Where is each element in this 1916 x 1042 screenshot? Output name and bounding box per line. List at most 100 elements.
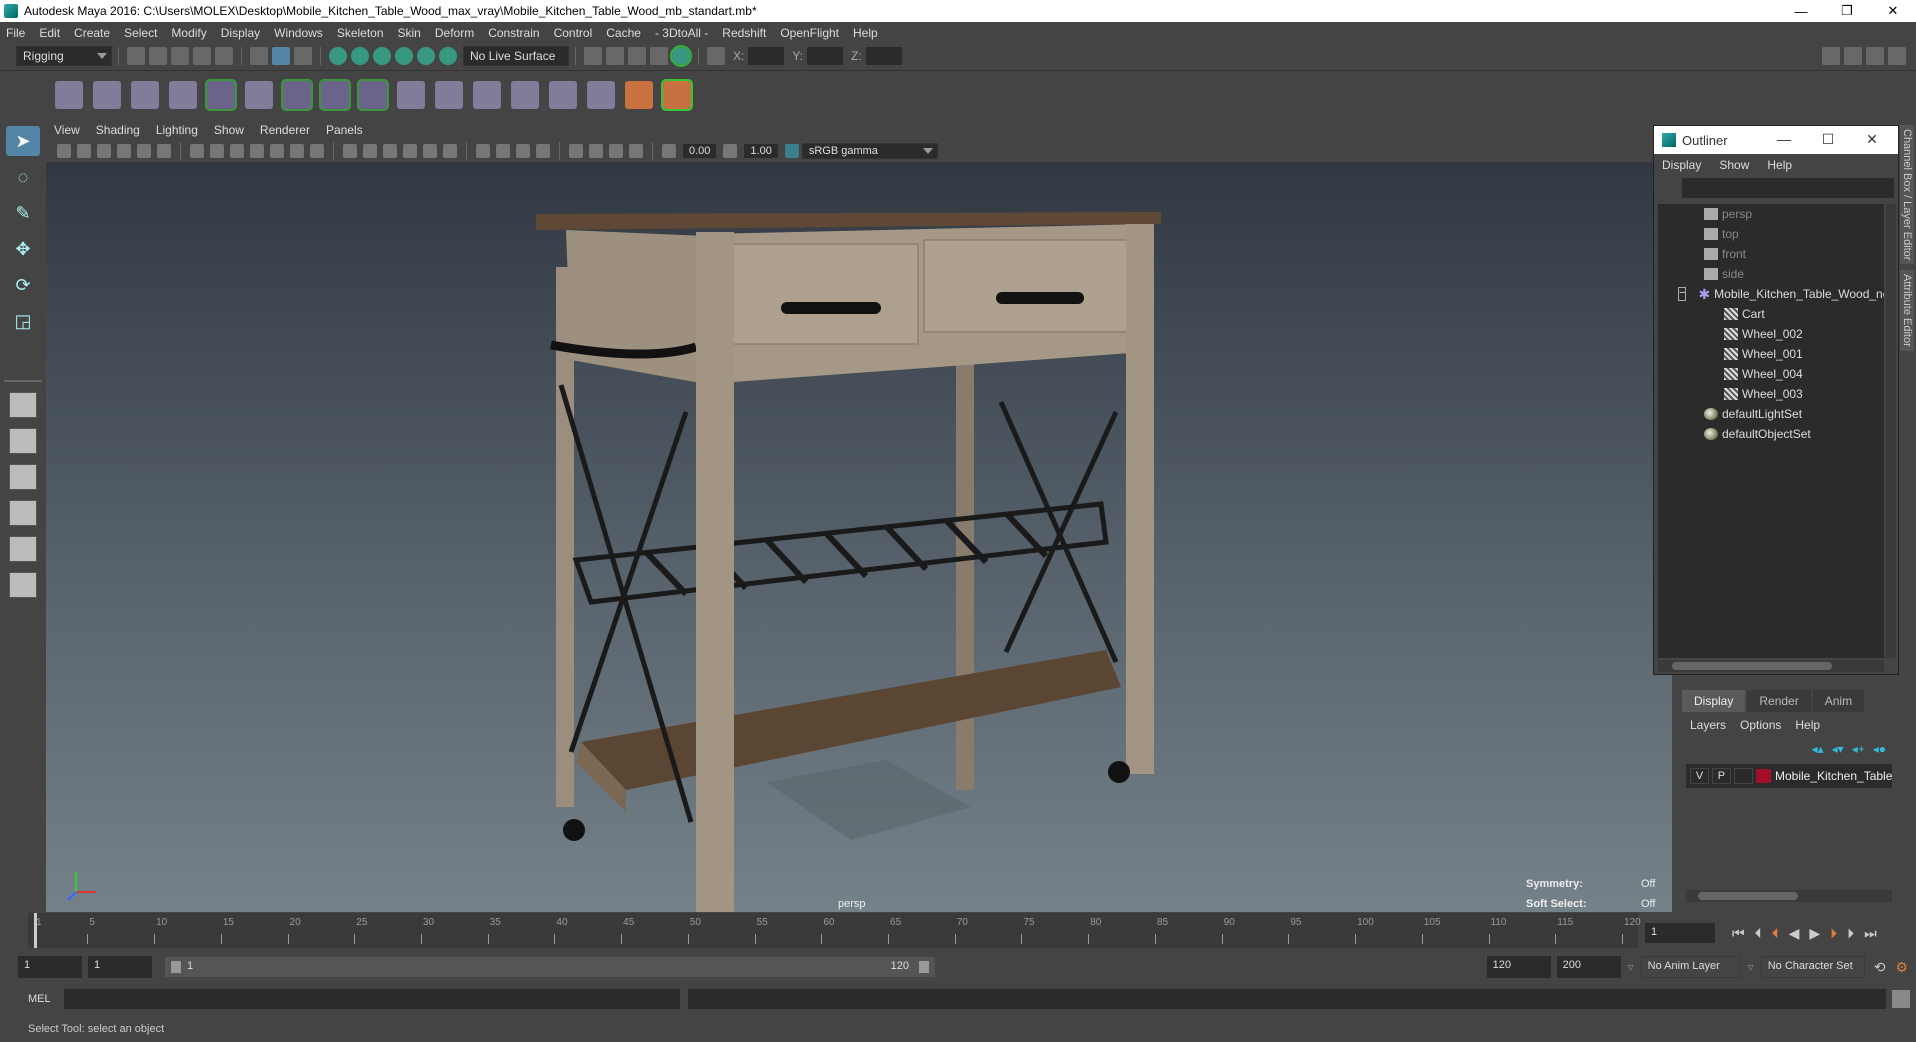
panel-menu-lighting[interactable]: Lighting [156,123,198,137]
safe-title-icon[interactable] [310,144,324,158]
menu-file[interactable]: File [6,26,25,40]
outliner-menu-display[interactable]: Display [1662,158,1701,172]
select-hierarchy-icon[interactable] [250,47,268,65]
gate-mask-icon[interactable] [250,144,264,158]
cluster-icon[interactable] [357,78,389,111]
lasso-tool-icon[interactable]: ◌ [6,162,40,192]
joint-tool-icon[interactable] [55,80,83,109]
snap-grid-icon[interactable] [329,47,347,65]
scale-constraint-icon[interactable] [511,80,539,109]
new-layer-icon[interactable]: ◂+ [1852,742,1865,756]
layer-menu-options[interactable]: Options [1740,718,1781,732]
menu-windows[interactable]: Windows [274,26,323,40]
chevron-down-icon[interactable]: ▿ [1748,960,1754,974]
wireframe-icon[interactable] [343,144,357,158]
outliner-item[interactable]: front [1658,244,1884,264]
bind-skin-icon[interactable] [245,80,273,109]
chevron-down-icon[interactable]: ▿ [1628,960,1634,974]
menu-cache[interactable]: Cache [606,26,641,40]
menu-set-dropdown[interactable]: Rigging [16,46,112,66]
playback-end-field[interactable]: 120 [1486,956,1551,978]
outliner-item[interactable]: Wheel_004 [1658,364,1884,384]
x-field[interactable] [748,47,785,65]
aim-constraint-icon[interactable] [549,80,577,109]
collapse-icon[interactable]: − [1678,287,1687,301]
layer-color-swatch[interactable] [1755,769,1771,783]
live-surface-field[interactable]: No Live Surface [463,46,569,66]
single-pane-layout-icon[interactable] [9,392,37,418]
tab-attribute-editor[interactable]: Attribute Editor [1900,270,1914,352]
gamma-icon[interactable] [723,144,738,158]
command-language-label[interactable]: MEL [28,993,62,1005]
character-set-dropdown[interactable]: No Character Set [1760,956,1865,978]
xray-components-icon[interactable] [629,144,643,158]
layer-display-type-toggle[interactable] [1733,768,1753,784]
insert-joint-icon[interactable] [169,80,197,109]
parent-constraint-icon[interactable] [397,80,425,109]
scrollbar-thumb[interactable] [1672,662,1832,670]
current-time-indicator[interactable] [34,913,37,948]
layer-row[interactable]: V P Mobile_Kitchen_Table_ [1686,764,1892,788]
outliner-item[interactable]: Wheel_001 [1658,344,1884,364]
tool-settings-icon[interactable] [1866,47,1884,65]
minimize-button[interactable]: — [1778,0,1824,22]
command-input[interactable] [64,989,680,1009]
go-to-start-icon[interactable]: ⏮ [1732,925,1745,942]
panel-menu-shading[interactable]: Shading [96,123,140,137]
graph-layout-icon[interactable] [9,500,37,526]
isolate-select-icon[interactable] [569,144,583,158]
move-layer-down-icon[interactable]: ◂▾ [1832,742,1844,756]
render-view-icon[interactable] [650,47,668,65]
lattice-icon[interactable] [319,78,351,111]
menu-deform[interactable]: Deform [435,26,474,40]
step-back-frame-icon[interactable]: ⏴ [1755,925,1762,942]
script-editor-icon[interactable] [1892,990,1910,1008]
point-constraint-icon[interactable] [435,80,463,109]
paint-weights-icon[interactable] [281,78,313,111]
bookmark-icon[interactable] [97,144,111,158]
menu-create[interactable]: Create [74,26,110,40]
modeling-toolkit-icon[interactable] [1822,47,1840,65]
film-gate-icon[interactable] [210,144,224,158]
textured-icon[interactable] [403,144,417,158]
transform-mode-icon[interactable] [707,47,725,65]
2d-pan-zoom-icon[interactable] [137,144,151,158]
attribute-editor-icon[interactable] [1844,47,1862,65]
rotate-tool-icon[interactable]: ⟳ [6,270,40,300]
outliner-titlebar[interactable]: Outliner — ☐ ✕ [1654,126,1898,154]
view-transform-dropdown[interactable]: sRGB gamma [801,143,938,159]
layer-playback-toggle[interactable]: P [1711,768,1731,784]
move-layer-up-icon[interactable]: ◂▴ [1812,742,1824,756]
orient-constraint-icon[interactable] [473,80,501,109]
scrollbar-thumb[interactable] [1698,892,1798,900]
anim-layer-dropdown[interactable]: No Anim Layer [1640,956,1741,978]
close-button[interactable]: ✕ [1870,0,1916,22]
outliner-item[interactable]: defaultObjectSet [1658,424,1884,444]
outliner-layout-icon[interactable] [9,464,37,490]
grid-icon[interactable] [190,144,204,158]
menu-modify[interactable]: Modify [171,26,206,40]
viewport-persp[interactable]: persp Symmetry: Off Soft Select: Off [46,162,1672,912]
panel-menu-renderer[interactable]: Renderer [260,123,310,137]
outliner-menu-help[interactable]: Help [1767,158,1792,172]
menu-redshift[interactable]: Redshift [722,26,766,40]
xray-joints-icon[interactable] [609,144,623,158]
tab-render[interactable]: Render [1747,690,1811,712]
wireframe-on-shaded-icon[interactable] [383,144,397,158]
snap-live-icon[interactable] [439,47,457,65]
menu-help[interactable]: Help [853,26,878,40]
open-scene-icon[interactable] [149,47,167,65]
menu-constrain[interactable]: Constrain [488,26,539,40]
outliner-item[interactable]: Cart [1658,304,1884,324]
menu-select[interactable]: Select [124,26,157,40]
new-scene-icon[interactable] [127,47,145,65]
playback-start-field[interactable]: 1 [88,956,152,978]
tab-channel-box-layer-editor[interactable]: Channel Box / Layer Editor [1900,125,1914,265]
safe-action-icon[interactable] [290,144,304,158]
outliner-item[interactable]: − ✱ Mobile_Kitchen_Table_Wood_ncl [1658,284,1884,304]
gamma-field[interactable]: 1.00 [744,144,778,158]
select-object-icon[interactable] [272,47,290,65]
layer-menu-help[interactable]: Help [1795,718,1820,732]
use-all-lights-icon[interactable] [423,144,437,158]
outliner-item[interactable]: Wheel_002 [1658,324,1884,344]
